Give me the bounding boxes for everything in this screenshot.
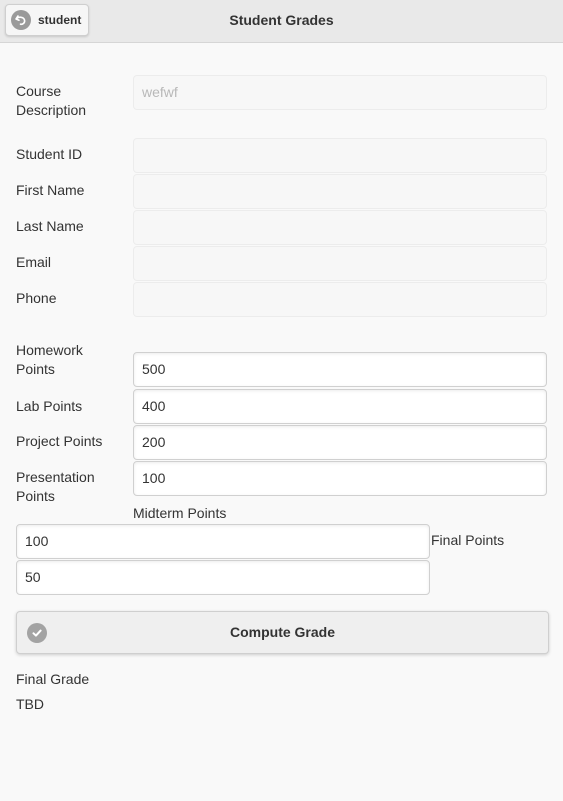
student-id-field[interactable] (133, 138, 547, 173)
compute-grade-label: Compute Grade (229, 624, 335, 640)
final-grade-label: Final Grade (16, 671, 90, 687)
phone-label: Phone (16, 290, 57, 306)
final-grade-value: TBD (16, 696, 44, 712)
email-label: Email (16, 254, 52, 270)
course-description-field[interactable]: wefwf (133, 75, 547, 110)
project-points-label: Project Points (16, 433, 103, 449)
homework-points-label: Homework Points (16, 342, 83, 377)
final-points-label: Final Points (431, 532, 505, 548)
page-title: Student Grades (229, 12, 334, 28)
first-name-label: First Name (16, 182, 85, 198)
lab-points-field[interactable]: 400 (133, 389, 547, 424)
midterm-points-field[interactable]: 100 (16, 524, 430, 559)
email-field[interactable] (133, 246, 547, 281)
presentation-points-label: Presentation Points (16, 469, 95, 504)
first-name-field[interactable] (133, 174, 547, 209)
final-points-field[interactable]: 50 (16, 560, 430, 595)
homework-points-field[interactable]: 500 (133, 352, 547, 387)
student-id-label: Student ID (16, 146, 83, 162)
course-description-label: Course Description (16, 83, 87, 118)
header-bar: student Student Grades (0, 0, 563, 43)
phone-field[interactable] (133, 282, 547, 317)
compute-grade-button[interactable]: Compute Grade (16, 611, 549, 654)
last-name-field[interactable] (133, 210, 547, 245)
presentation-points-field[interactable]: 100 (133, 461, 547, 496)
last-name-label: Last Name (16, 218, 84, 234)
lab-points-label: Lab Points (16, 398, 83, 414)
midterm-points-label: Midterm Points (133, 505, 227, 521)
project-points-field[interactable]: 200 (133, 425, 547, 460)
